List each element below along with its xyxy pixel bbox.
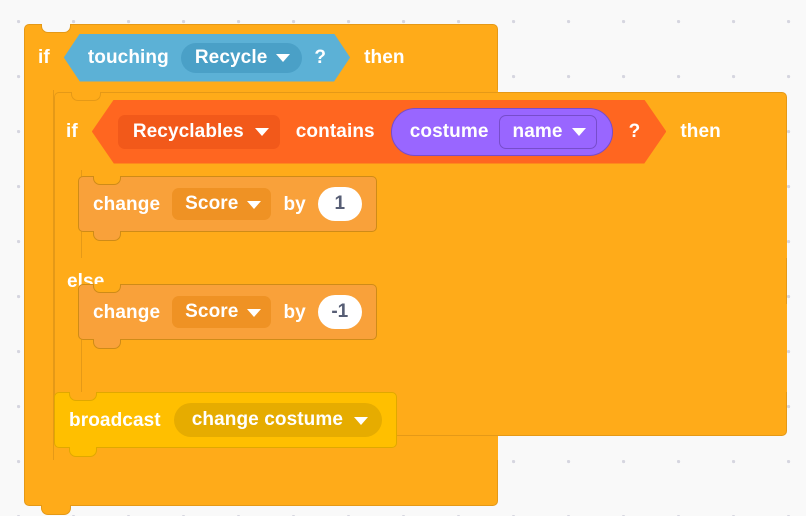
chevron-down-icon bbox=[255, 128, 269, 136]
costume-label: costume bbox=[409, 121, 489, 142]
inner-if-then-keyword: then bbox=[680, 121, 721, 142]
chevron-down-icon bbox=[354, 416, 369, 425]
touching-target-value: Recycle bbox=[194, 46, 268, 68]
contains-list-value: Recyclables bbox=[132, 120, 244, 142]
change-score-by-minus1-block[interactable]: change Score by -1 bbox=[78, 284, 377, 349]
costume-property-dropdown[interactable]: name bbox=[499, 115, 597, 149]
change-amount-input-1[interactable]: 1 bbox=[317, 187, 362, 221]
broadcast-message-dropdown[interactable]: change costume bbox=[173, 403, 383, 437]
chevron-down-icon bbox=[276, 54, 290, 62]
change-score-by-1-block[interactable]: change Score by 1 bbox=[78, 176, 377, 241]
chevron-down-icon bbox=[572, 128, 586, 136]
outer-if-header[interactable]: if touching Recycle ? then bbox=[24, 24, 498, 90]
broadcast-label: broadcast bbox=[69, 409, 161, 431]
by-label-1: by bbox=[283, 193, 306, 215]
variable-dropdown-2[interactable]: Score bbox=[172, 296, 272, 328]
outer-if-footer[interactable] bbox=[24, 460, 498, 515]
inner-if-keyword: if bbox=[66, 121, 78, 142]
variable-dropdown-1[interactable]: Score bbox=[172, 188, 272, 220]
touching-target-dropdown[interactable]: Recycle bbox=[181, 43, 303, 73]
contains-question-mark: ? bbox=[628, 121, 641, 142]
blocks-workspace[interactable]: if touching Recycle ? then if Recyclable… bbox=[0, 0, 806, 516]
change-amount-input-2[interactable]: -1 bbox=[317, 295, 362, 329]
inner-if-else-block[interactable]: if Recyclables contains costume name ? t… bbox=[54, 92, 787, 436]
costume-property-block[interactable]: costume name bbox=[391, 108, 613, 156]
contains-block[interactable]: Recyclables contains costume name ? bbox=[92, 100, 667, 164]
chevron-down-icon bbox=[247, 200, 262, 209]
outer-if-then-keyword: then bbox=[364, 47, 405, 68]
variable-value-1: Score bbox=[185, 193, 239, 214]
change-amount-value-2: -1 bbox=[331, 301, 349, 322]
touching-block[interactable]: touching Recycle ? bbox=[64, 34, 350, 82]
change-label-2: change bbox=[93, 301, 161, 323]
touching-question-mark: ? bbox=[314, 47, 327, 68]
change-amount-value-1: 1 bbox=[334, 193, 346, 214]
contains-list-dropdown[interactable]: Recyclables bbox=[118, 115, 280, 149]
touching-label: touching bbox=[87, 47, 169, 68]
contains-label: contains bbox=[295, 121, 375, 142]
broadcast-block[interactable]: broadcast change costume bbox=[54, 392, 398, 457]
inner-if-header[interactable]: if Recyclables contains costume name ? t… bbox=[54, 92, 787, 170]
change-label-1: change bbox=[93, 193, 161, 215]
costume-property-value: name bbox=[512, 120, 563, 142]
outer-if-spine bbox=[24, 90, 54, 460]
chevron-down-icon bbox=[247, 308, 262, 317]
broadcast-message-value: change costume bbox=[191, 409, 344, 430]
outer-if-keyword: if bbox=[38, 47, 50, 68]
variable-value-2: Score bbox=[185, 301, 239, 322]
by-label-2: by bbox=[283, 301, 306, 323]
